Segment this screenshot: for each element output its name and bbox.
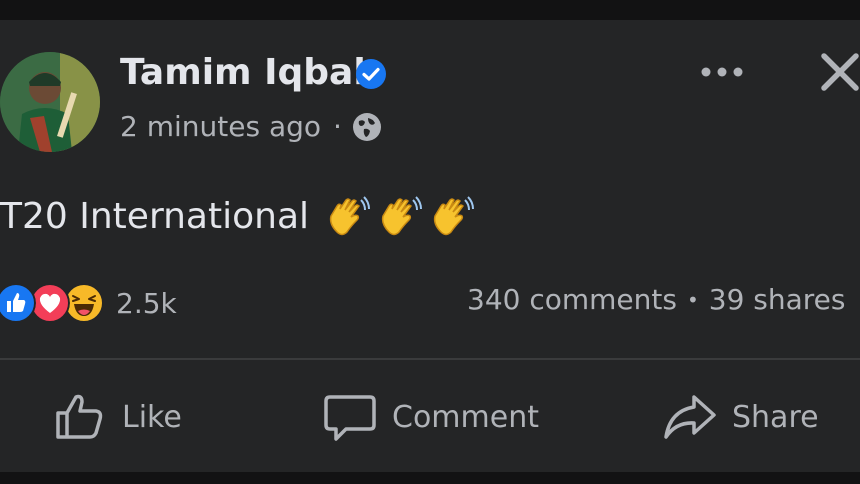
engagement-stats: 340 comments • 39 shares: [467, 283, 846, 316]
post-meta: 2 minutes ago ·: [120, 110, 382, 143]
globe-icon: [352, 112, 381, 141]
post-text: T20 International: [0, 195, 310, 237]
like-label: Like: [122, 399, 182, 435]
share-count-link[interactable]: 39 shares: [709, 283, 846, 316]
love-reaction-icon: [30, 283, 70, 323]
post-emoji-group: [323, 192, 479, 240]
stats-separator: •: [686, 287, 699, 312]
reaction-count: 2.5k: [116, 286, 177, 320]
actions-divider: [0, 358, 860, 360]
post-timestamp[interactable]: 2 minutes ago: [120, 110, 321, 143]
meta-separator: ·: [333, 110, 342, 143]
more-options-button[interactable]: [697, 55, 747, 89]
avatar-image: [0, 52, 100, 152]
haha-reaction-icon: [64, 283, 104, 323]
author-name[interactable]: Tamim Iqbal: [120, 52, 366, 93]
share-label: Share: [732, 399, 819, 435]
comment-bubble-icon: [324, 395, 376, 441]
like-reaction-icon: [0, 283, 36, 323]
top-system-bar: [0, 0, 860, 20]
more-options-icon: [701, 67, 743, 77]
comment-button[interactable]: Comment: [322, 388, 539, 446]
verified-badge-icon: [356, 59, 386, 89]
waving-hand-icon: [433, 196, 475, 236]
reactions-summary[interactable]: 2.5k: [0, 281, 177, 325]
share-button[interactable]: Share: [662, 388, 819, 446]
post-body: T20 International: [0, 192, 479, 240]
comment-count-link[interactable]: 340 comments: [467, 283, 677, 316]
comment-label: Comment: [392, 399, 539, 435]
waving-hand-icon: [381, 196, 423, 236]
close-icon[interactable]: [818, 50, 860, 94]
thumbs-up-icon: [56, 394, 103, 439]
waving-hand-icon: [329, 196, 371, 236]
share-arrow-icon: [664, 395, 716, 439]
like-button[interactable]: Like: [52, 388, 182, 446]
author-avatar[interactable]: [0, 52, 100, 152]
bottom-system-bar: [0, 472, 860, 484]
